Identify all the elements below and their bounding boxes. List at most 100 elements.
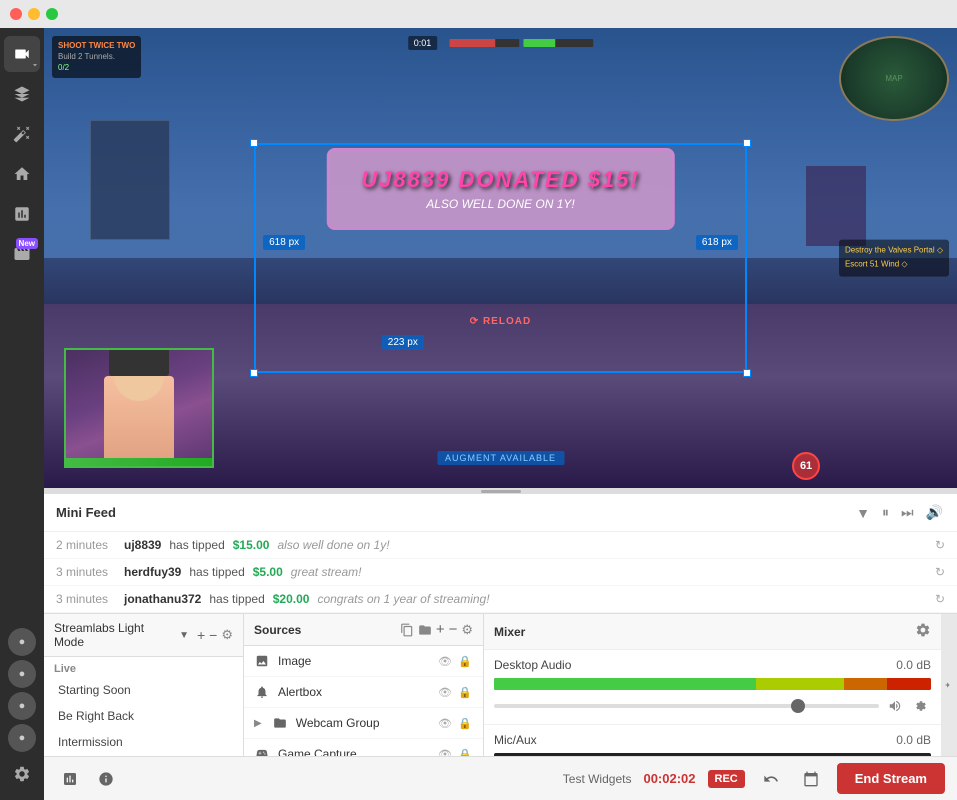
dim-label-right: 618 px <box>696 235 738 250</box>
rec-badge[interactable]: REC <box>708 770 745 788</box>
mixer-desktop-slider[interactable] <box>494 704 879 708</box>
source-lock-btn-game[interactable]: 🔒 <box>457 746 473 756</box>
sources-folder-icon[interactable] <box>418 623 432 637</box>
webcam-image <box>66 350 212 466</box>
feed-refresh-3[interactable]: ↻ <box>935 592 945 606</box>
source-lock-btn-image[interactable]: 🔒 <box>457 653 473 669</box>
feed-user-3: jonathanu372 <box>124 592 201 606</box>
feed-user-2: herdfuy39 <box>124 565 181 579</box>
bottom-panels: Streamlabs Light Mode ▼ + − ⚙ Live Start… <box>44 613 957 756</box>
feed-volume-btn[interactable]: 🔊 <box>924 502 945 523</box>
source-item-image[interactable]: Image 👁 🔒 <box>244 646 483 677</box>
sidebar-item-video[interactable] <box>4 36 40 72</box>
source-lock-btn-webcam[interactable]: 🔒 <box>457 715 473 731</box>
divider-handle <box>481 490 521 493</box>
source-name-webcam: Webcam Group <box>296 716 429 730</box>
feed-filter-btn[interactable]: ▼ <box>854 503 872 523</box>
mixer-desktop-name: Desktop Audio <box>494 658 571 672</box>
mixer-channel-mic-header: Mic/Aux 0.0 dB <box>494 733 931 747</box>
sources-add-btn[interactable]: + <box>436 621 445 638</box>
mixer-channel-desktop: Desktop Audio 0.0 dB <box>484 650 941 725</box>
end-stream-button[interactable]: End Stream <box>837 763 945 794</box>
content-area: 618 px 618 px 223 px UJ8839 DONATED $15!… <box>44 28 957 800</box>
scenes-remove-btn[interactable]: − <box>209 627 217 643</box>
game-preview: 618 px 618 px 223 px UJ8839 DONATED $15!… <box>44 28 957 488</box>
mixer-desktop-fill <box>494 678 931 690</box>
feed-amount-2: $5.00 <box>253 565 283 579</box>
right-collapse-handle[interactable] <box>941 614 957 756</box>
feed-action-1: has tipped <box>169 538 224 552</box>
mixer-header: Mixer <box>484 614 941 650</box>
feed-action-3: has tipped <box>209 592 264 606</box>
sidebar-circle-2[interactable]: ● <box>8 660 36 688</box>
source-folder-icon <box>272 715 288 731</box>
scene-item-intermission[interactable]: Intermission <box>44 729 243 755</box>
calendar-btn[interactable] <box>797 765 825 793</box>
maximize-dot[interactable] <box>46 8 58 20</box>
mixer-desktop-settings-btn[interactable] <box>911 696 931 716</box>
mixer-channel-desktop-header: Desktop Audio 0.0 dB <box>494 658 931 672</box>
info-icon-btn[interactable] <box>92 765 120 793</box>
sidebar-item-film[interactable]: New <box>4 236 40 272</box>
sidebar-settings[interactable] <box>4 756 40 792</box>
sources-remove-btn[interactable]: − <box>449 621 458 638</box>
preview-area: 618 px 618 px 223 px UJ8839 DONATED $15!… <box>44 28 957 488</box>
source-image-icon <box>254 653 270 669</box>
mixer-gear-btn[interactable] <box>915 622 931 641</box>
mini-feed-header: Mini Feed ▼ ⏸ ⏭ 🔊 <box>44 494 957 532</box>
sidebar-circle-4[interactable]: ● <box>8 724 36 752</box>
close-dot[interactable] <box>10 8 22 20</box>
feed-skip-btn[interactable]: ⏭ <box>899 502 916 523</box>
feed-user-1: uj8839 <box>124 538 161 552</box>
source-eye-btn-game[interactable]: 👁 <box>437 746 453 756</box>
test-widgets-label: Test Widgets <box>563 772 632 786</box>
undo-btn[interactable] <box>757 765 785 793</box>
mixer-bar-yellow <box>756 678 843 690</box>
source-expand-arrow[interactable]: ▶ <box>254 718 262 729</box>
bottom-bar-left <box>56 765 120 793</box>
title-bar <box>0 0 957 28</box>
minimize-dot[interactable] <box>28 8 40 20</box>
source-eye-btn-alertbox[interactable]: 👁 <box>437 684 453 700</box>
scenes-add-btn[interactable]: + <box>197 627 205 643</box>
source-item-game-capture[interactable]: Game Capture 👁 🔒 <box>244 739 483 756</box>
feed-time-1: 2 minutes <box>56 538 116 552</box>
source-name-game: Game Capture <box>278 747 429 756</box>
scenes-mode-dropdown[interactable]: ▼ <box>179 630 189 641</box>
mini-feed: Mini Feed ▼ ⏸ ⏭ 🔊 2 minutes uj8839 has t… <box>44 494 957 613</box>
sidebar-item-analytics[interactable] <box>4 196 40 232</box>
scenes-mode-header: Streamlabs Light Mode ▼ + − ⚙ <box>44 614 243 657</box>
feed-item: 3 minutes herdfuy39 has tipped $5.00 gre… <box>44 559 957 586</box>
feed-item: 3 minutes jonathanu372 has tipped $20.00… <box>44 586 957 613</box>
source-item-alertbox[interactable]: Alertbox 👁 🔒 <box>244 677 483 708</box>
scene-item-starting-soon[interactable]: Starting Soon <box>44 677 243 703</box>
sidebar-circle-1[interactable]: ● <box>8 628 36 656</box>
sidebar-item-layers[interactable] <box>4 76 40 112</box>
sidebar-item-home[interactable] <box>4 156 40 192</box>
feed-pause-btn[interactable]: ⏸ <box>880 502 891 523</box>
sidebar-circle-3[interactable]: ● <box>8 692 36 720</box>
mixer-bar-green <box>494 678 756 690</box>
source-item-webcam-group[interactable]: ▶ Webcam Group 👁 🔒 <box>244 708 483 739</box>
source-lock-btn-alertbox[interactable]: 🔒 <box>457 684 473 700</box>
mixer-desktop-mute-btn[interactable] <box>885 696 905 716</box>
feed-amount-1: $15.00 <box>233 538 270 552</box>
scenes-settings-btn[interactable]: ⚙ <box>221 627 233 643</box>
sidebar-bottom: ● ● ● ● <box>4 628 40 800</box>
feed-action-2: has tipped <box>189 565 244 579</box>
sidebar-item-effects[interactable] <box>4 116 40 152</box>
dim-label-left: 618 px <box>263 235 305 250</box>
feed-refresh-2[interactable]: ↻ <box>935 565 945 579</box>
mini-feed-title: Mini Feed <box>56 505 116 520</box>
feed-refresh-1[interactable]: ↻ <box>935 538 945 552</box>
source-eye-btn-webcam[interactable]: 👁 <box>437 715 453 731</box>
mixer-mic-bar <box>494 753 931 756</box>
mixer-desktop-controls <box>494 696 931 716</box>
scene-item-be-right-back[interactable]: Be Right Back <box>44 703 243 729</box>
source-eye-btn-image[interactable]: 👁 <box>437 653 453 669</box>
sources-settings-btn[interactable]: ⚙ <box>461 622 473 638</box>
feed-message-3: congrats on 1 year of streaming! <box>317 592 489 606</box>
stats-icon-btn[interactable] <box>56 765 84 793</box>
main-layout: New ● ● ● ● <box>0 28 957 800</box>
sources-copy-icon[interactable] <box>400 623 414 637</box>
